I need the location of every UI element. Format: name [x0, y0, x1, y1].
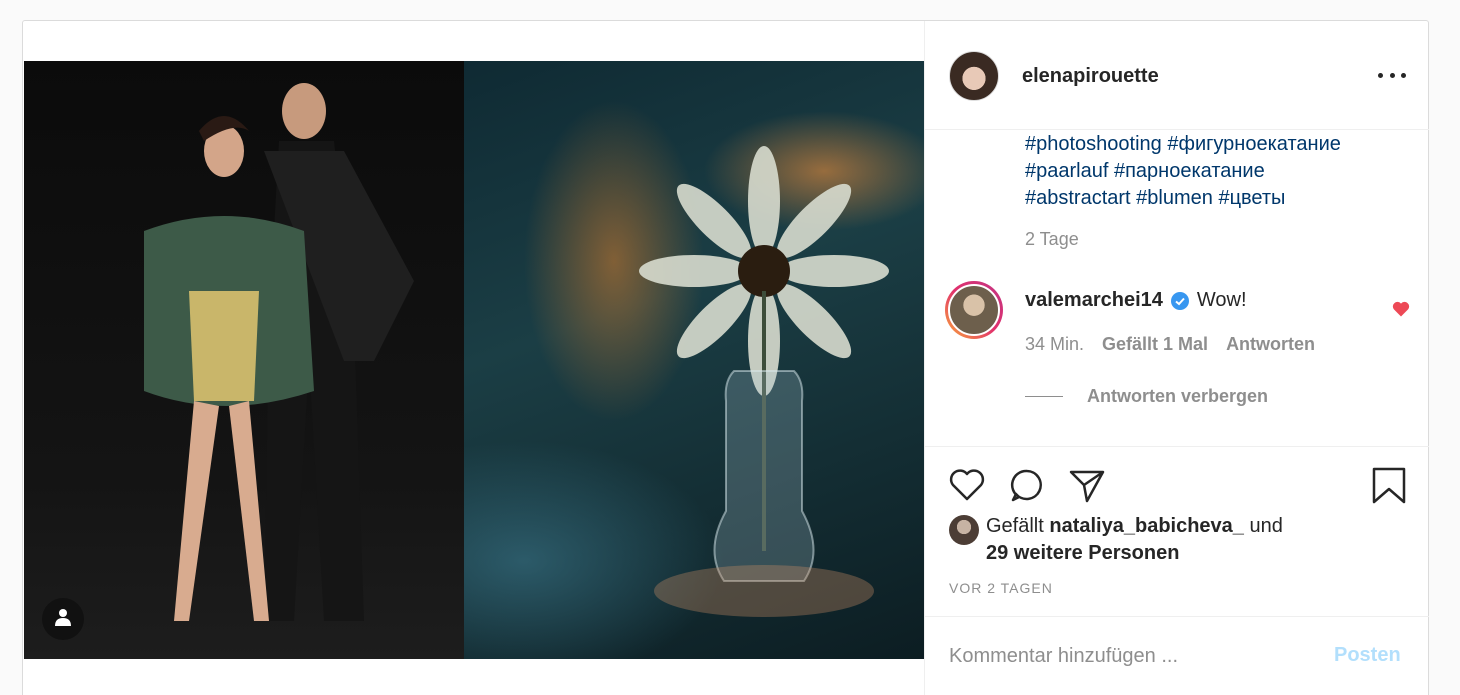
comment-meta: 34 Min. Gefällt 1 Mal Antworten — [1025, 334, 1315, 355]
comments-list: #photoshooting #фигурноекатание #paarlau… — [925, 131, 1429, 446]
like-icon[interactable] — [947, 465, 987, 505]
hashtag-link[interactable]: #blumen — [1136, 187, 1213, 209]
couple-illustration — [144, 83, 414, 621]
actions-section: Gefällt nataliya_babicheva_ und 29 weite… — [925, 446, 1429, 616]
owner-avatar[interactable] — [949, 51, 999, 101]
caption-hashtags: #photoshooting #фигурноекатание #paarlau… — [1025, 131, 1405, 212]
liked-by-username[interactable]: nataliya_babicheva_ — [1049, 515, 1244, 537]
likes-prefix: Gefällt — [986, 515, 1044, 537]
comment-time[interactable]: 34 Min. — [1025, 334, 1084, 355]
comment-username[interactable]: valemarchei14 — [1025, 289, 1163, 312]
verified-icon — [1170, 291, 1189, 310]
save-icon[interactable] — [1369, 465, 1409, 505]
post-media[interactable] — [24, 61, 924, 659]
commenter-avatar[interactable] — [945, 281, 1003, 339]
photo-couple — [24, 61, 464, 659]
hashtag-link[interactable]: #парноекатание — [1114, 160, 1265, 182]
comment-likes[interactable]: Gefällt 1 Mal — [1102, 334, 1208, 355]
hashtag-link[interactable]: #фигурноекатание — [1167, 133, 1341, 155]
post-comment-button[interactable]: Posten — [1334, 644, 1401, 667]
likes-summary: Gefällt nataliya_babicheva_ und 29 weite… — [986, 513, 1406, 567]
caption-time[interactable]: 2 Tage — [1025, 229, 1079, 250]
hide-replies-button[interactable]: Antworten verbergen — [1025, 386, 1268, 407]
liker-avatar[interactable] — [949, 515, 979, 545]
post-date[interactable]: VOR 2 TAGEN — [949, 580, 1053, 596]
comment-text: Wow! — [1196, 289, 1247, 311]
likes-and: und — [1249, 515, 1283, 537]
comment-icon[interactable] — [1007, 465, 1047, 505]
post-sidebar: elenapirouette #photoshooting #фигурноек… — [924, 21, 1429, 695]
likes-others-link[interactable]: 29 weitere Personen — [986, 542, 1179, 564]
hashtag-link[interactable]: #цветы — [1218, 187, 1285, 209]
hide-replies-label: Antworten verbergen — [1087, 386, 1269, 406]
share-icon[interactable] — [1067, 465, 1107, 505]
flower-illustration — [639, 146, 889, 617]
hashtag-link[interactable]: #abstractart — [1025, 187, 1131, 209]
comment-input[interactable] — [949, 641, 1329, 671]
user-tag-icon — [54, 608, 72, 631]
divider — [1025, 396, 1063, 397]
user-tag-button[interactable] — [42, 598, 84, 640]
heart-icon[interactable] — [1391, 299, 1411, 319]
hashtag-link[interactable]: #paarlauf — [1025, 160, 1108, 182]
post-header: elenapirouette — [925, 21, 1429, 130]
hashtag-link[interactable]: #photoshooting — [1025, 133, 1162, 155]
photo-flower — [464, 61, 924, 659]
add-comment-section: Posten — [925, 616, 1429, 695]
reply-button[interactable]: Antworten — [1226, 334, 1315, 355]
comment: valemarchei14 Wow! — [1025, 289, 1247, 312]
more-options-icon[interactable] — [1378, 65, 1406, 85]
owner-username[interactable]: elenapirouette — [1022, 65, 1159, 88]
